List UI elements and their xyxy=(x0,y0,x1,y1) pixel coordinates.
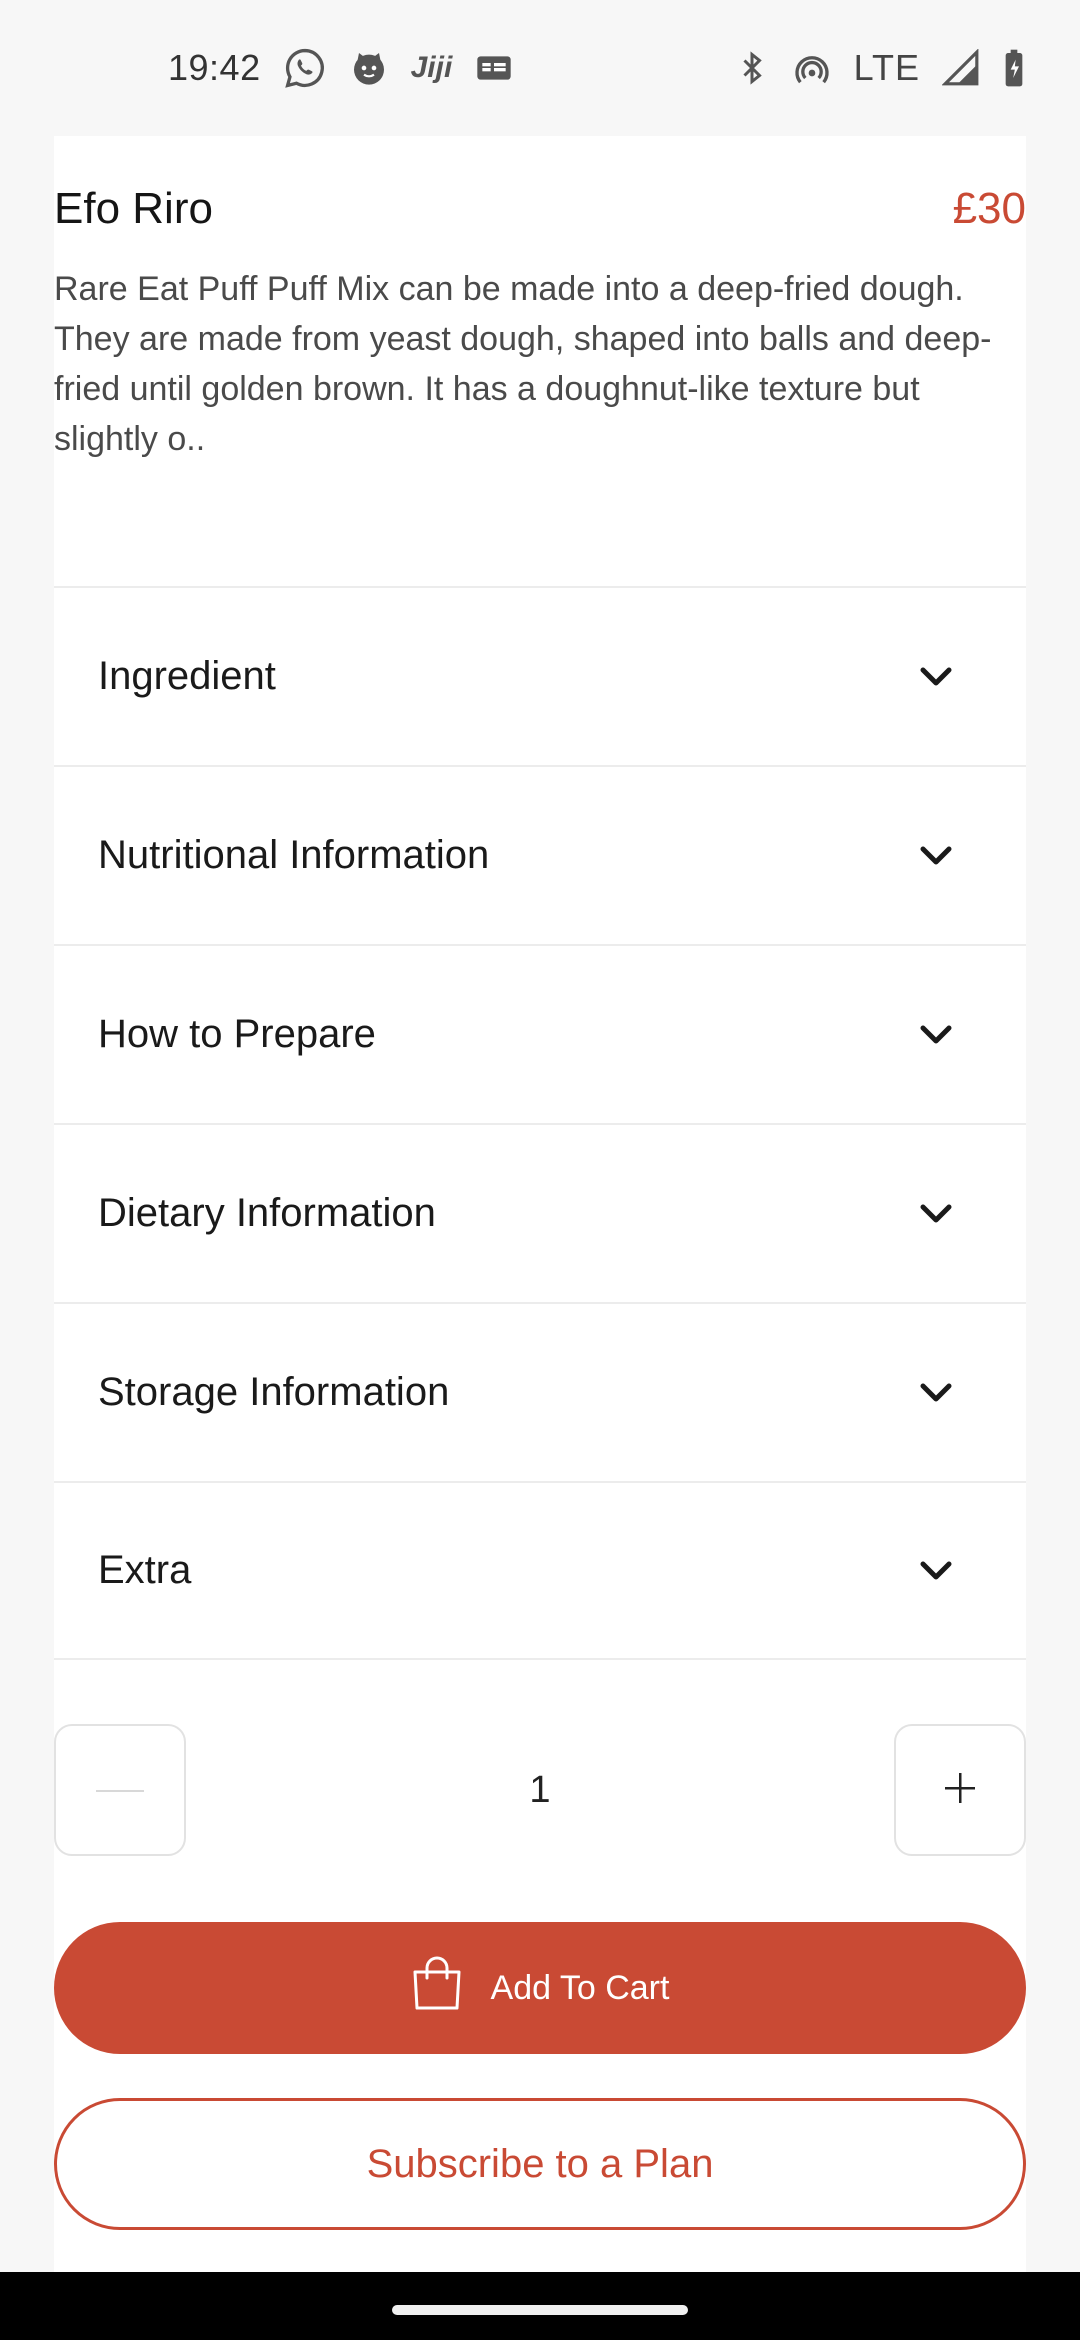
product-name: Efo Riro xyxy=(54,184,213,233)
shopping-bag-icon xyxy=(411,1956,463,2021)
accordion-nutritional-information[interactable]: Nutritional Information xyxy=(54,765,1026,944)
network-type: LTE xyxy=(853,47,920,88)
chevron-down-icon xyxy=(918,1196,954,1232)
subscribe-label: Subscribe to a Plan xyxy=(366,2141,714,2186)
hotspot-icon xyxy=(792,46,832,90)
chevron-down-icon xyxy=(918,1375,954,1411)
accordion-how-to-prepare[interactable]: How to Prepare xyxy=(54,944,1026,1123)
home-gesture-handle[interactable] xyxy=(392,2305,688,2315)
chevron-down-icon xyxy=(918,838,954,874)
info-accordion: Ingredient Nutritional Information How t… xyxy=(54,586,1026,1660)
chevron-down-icon xyxy=(918,659,954,695)
add-to-cart-button[interactable]: Add To Cart xyxy=(54,1922,1026,2054)
system-nav-bar xyxy=(0,2272,1080,2340)
whatsapp-icon xyxy=(283,46,327,90)
minus-icon xyxy=(96,1781,144,1799)
accordion-label: Extra xyxy=(98,1548,192,1592)
status-time: 19:42 xyxy=(168,47,261,88)
product-card: Efo Riro £30 Rare Eat Puff Puff Mix can … xyxy=(54,136,1026,2272)
status-left: 19:42 Jiji xyxy=(168,46,514,90)
bluetooth-icon xyxy=(734,46,770,90)
accordion-storage-information[interactable]: Storage Information xyxy=(54,1302,1026,1481)
product-price: £30 xyxy=(952,184,1026,233)
decrease-quantity-button[interactable] xyxy=(54,1724,186,1856)
accordion-label: Nutritional Information xyxy=(98,833,490,877)
accordion-label: Storage Information xyxy=(98,1370,450,1414)
chevron-down-icon xyxy=(918,1017,954,1053)
jiji-icon: Jiji xyxy=(410,51,453,84)
subscribe-plan-button[interactable]: Subscribe to a Plan xyxy=(54,2098,1026,2230)
accordion-dietary-information[interactable]: Dietary Information xyxy=(54,1123,1026,1302)
add-to-cart-label: Add To Cart xyxy=(490,1968,670,2007)
plus-icon xyxy=(943,1771,977,1810)
product-description: Rare Eat Puff Puff Mix can be made into … xyxy=(54,270,992,458)
quantity-stepper: 1 xyxy=(54,1724,1026,1856)
accordion-extra[interactable]: Extra xyxy=(54,1481,1026,1660)
news-icon xyxy=(474,46,514,90)
cat-face-icon xyxy=(349,46,389,90)
chevron-down-icon xyxy=(918,1553,954,1589)
accordion-label: How to Prepare xyxy=(98,1012,376,1056)
accordion-ingredient[interactable]: Ingredient xyxy=(54,586,1026,765)
battery-charging-icon xyxy=(1002,46,1026,90)
increase-quantity-button[interactable] xyxy=(894,1724,1026,1856)
signal-icon xyxy=(942,46,980,90)
accordion-label: Ingredient xyxy=(98,654,276,698)
status-right: LTE xyxy=(734,46,1026,90)
accordion-label: Dietary Information xyxy=(98,1191,436,1235)
quantity-value: 1 xyxy=(529,1768,551,1811)
status-bar: 19:42 Jiji LTE xyxy=(0,0,1080,136)
product-header: Efo Riro £30 xyxy=(54,184,1026,234)
